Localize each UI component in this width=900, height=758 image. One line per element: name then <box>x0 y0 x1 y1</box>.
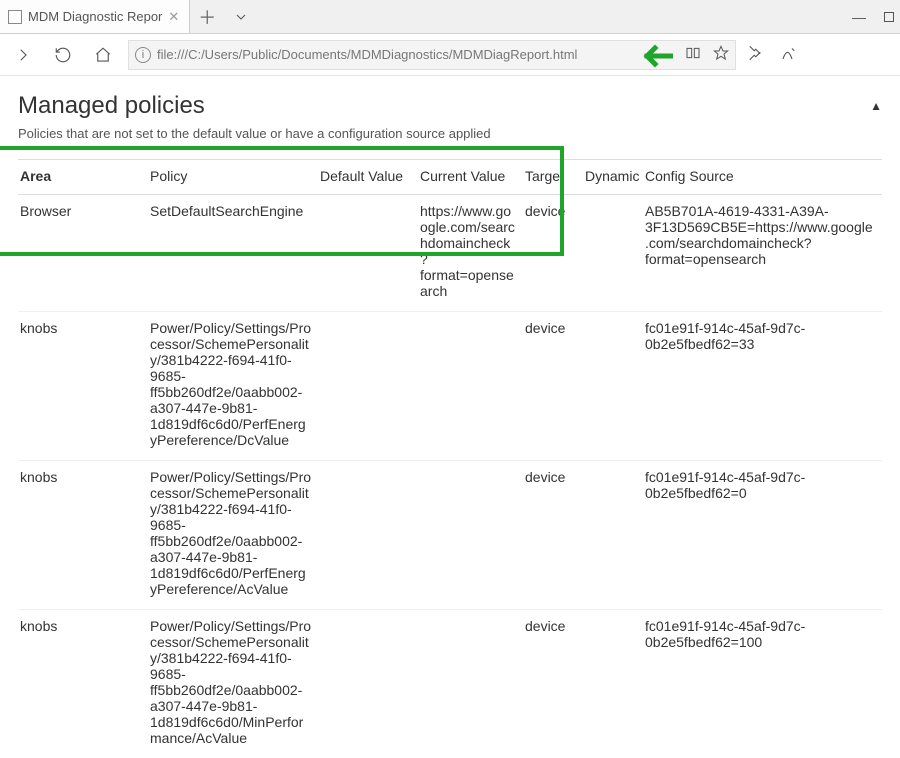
col-target: Target <box>523 160 583 195</box>
cell-target: device <box>523 610 583 758</box>
cell-area: knobs <box>18 312 148 461</box>
annotation-arrow-icon <box>633 43 673 72</box>
table-row: knobs Power/Policy/Settings/Processor/Sc… <box>18 461 882 610</box>
cell-area: knobs <box>18 610 148 758</box>
section-subtitle: Policies that are not set to the default… <box>18 126 882 141</box>
address-field[interactable]: i file:///C:/Users/Public/Documents/MDMD… <box>128 40 736 70</box>
tab-title: MDM Diagnostic Repor <box>28 9 162 24</box>
cell-area: knobs <box>18 461 148 610</box>
forward-button[interactable] <box>8 40 38 70</box>
new-tab-button[interactable]: ＋ <box>190 0 224 33</box>
col-area: Area <box>18 160 148 195</box>
table-row: knobs Power/Policy/Settings/Processor/Sc… <box>18 312 882 461</box>
cell-config-source: fc01e91f-914c-45af-9d7c-0b2e5fbedf62=33 <box>643 312 882 461</box>
maximize-button[interactable] <box>884 12 894 22</box>
section-header[interactable]: Managed policies ▲ <box>18 92 882 120</box>
cell-dynamic <box>583 312 643 461</box>
cell-default-value <box>318 195 418 312</box>
table-header-row: Area Policy Default Value Current Value … <box>18 160 882 195</box>
cell-target: device <box>523 461 583 610</box>
address-url: file:///C:/Users/Public/Documents/MDMDia… <box>157 47 577 62</box>
cell-default-value <box>318 312 418 461</box>
minimize-button[interactable]: — <box>852 9 866 25</box>
notes-icon[interactable] <box>780 44 798 65</box>
col-current-value: Current Value <box>418 160 523 195</box>
cell-config-source: fc01e91f-914c-45af-9d7c-0b2e5fbedf62=0 <box>643 461 882 610</box>
favorites-hub-icon[interactable] <box>746 44 764 65</box>
page-icon <box>8 10 22 24</box>
site-info-icon[interactable]: i <box>135 47 151 63</box>
col-policy: Policy <box>148 160 318 195</box>
table-row: Browser SetDefaultSearchEngine https://w… <box>18 195 882 312</box>
home-button[interactable] <box>88 40 118 70</box>
cell-current-value: https://www.google.com/searchdomaincheck… <box>418 195 523 312</box>
cell-dynamic <box>583 610 643 758</box>
cell-dynamic <box>583 195 643 312</box>
cell-policy: Power/Policy/Settings/Processor/SchemePe… <box>148 312 318 461</box>
page-content: Managed policies ▲ Policies that are not… <box>0 76 900 758</box>
table-row: knobs Power/Policy/Settings/Processor/Sc… <box>18 610 882 758</box>
col-default-value: Default Value <box>318 160 418 195</box>
close-tab-icon[interactable]: ✕ <box>168 9 179 25</box>
cell-config-source: fc01e91f-914c-45af-9d7c-0b2e5fbedf62=100 <box>643 610 882 758</box>
window-controls: — <box>852 0 900 33</box>
cell-current-value <box>418 461 523 610</box>
address-right-icons <box>681 45 729 64</box>
address-bar: i file:///C:/Users/Public/Documents/MDMD… <box>0 34 900 76</box>
cell-current-value <box>418 610 523 758</box>
cell-dynamic <box>583 461 643 610</box>
reading-view-icon[interactable] <box>685 45 701 64</box>
cell-policy: Power/Policy/Settings/Processor/SchemePe… <box>148 610 318 758</box>
cell-policy: SetDefaultSearchEngine <box>148 195 318 312</box>
col-dynamic: Dynamic <box>583 160 643 195</box>
policies-table: Area Policy Default Value Current Value … <box>18 159 882 758</box>
cell-default-value <box>318 461 418 610</box>
col-config-source: Config Source <box>643 160 882 195</box>
browser-tab[interactable]: MDM Diagnostic Repor ✕ <box>0 0 190 33</box>
cell-default-value <box>318 610 418 758</box>
tab-group: MDM Diagnostic Repor ✕ ＋ <box>0 0 258 33</box>
titlebar: MDM Diagnostic Repor ✕ ＋ — <box>0 0 900 34</box>
cell-policy: Power/Policy/Settings/Processor/SchemePe… <box>148 461 318 610</box>
collapse-icon[interactable]: ▲ <box>870 99 882 113</box>
toolbar-right <box>746 44 798 65</box>
favorite-icon[interactable] <box>713 45 729 64</box>
refresh-button[interactable] <box>48 40 78 70</box>
cell-config-source: AB5B701A-4619-4331-A39A-3F13D569CB5E=htt… <box>643 195 882 312</box>
cell-target: device <box>523 195 583 312</box>
cell-area: Browser <box>18 195 148 312</box>
tab-actions-button[interactable] <box>224 0 258 33</box>
section-title: Managed policies <box>18 92 205 120</box>
cell-target: device <box>523 312 583 461</box>
cell-current-value <box>418 312 523 461</box>
